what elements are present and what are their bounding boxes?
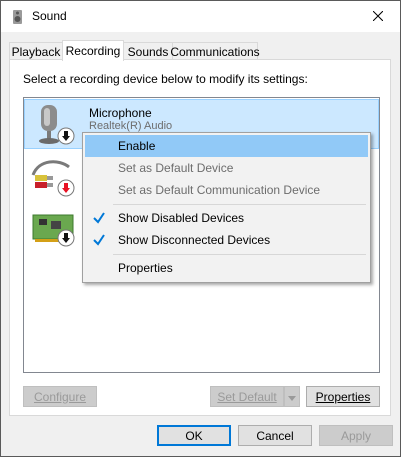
menu-item-label: Show Disabled Devices [118, 211, 245, 225]
context-menu: Enable Set as Default Device Set as Defa… [82, 132, 371, 283]
title-bar: Sound [1, 1, 400, 32]
chevron-down-icon [288, 390, 296, 404]
menu-item-properties[interactable]: Properties [85, 257, 368, 279]
menu-item-label: Set as Default Communication Device [118, 183, 321, 197]
device-description: Realtek(R) Audio [89, 120, 173, 132]
set-default-dropdown[interactable] [284, 386, 300, 407]
menu-item-show-disabled-devices[interactable]: Show Disabled Devices [85, 207, 368, 229]
disabled-arrow-icon [57, 127, 75, 148]
sound-dialog: Sound Playback Recording Sounds Communic… [0, 0, 401, 457]
menu-separator [113, 254, 366, 255]
apply-button[interactable]: Apply [319, 425, 393, 446]
disconnected-arrow-icon [57, 179, 75, 200]
menu-item-label: Show Disconnected Devices [118, 233, 271, 247]
menu-item-show-disconnected-devices[interactable]: Show Disconnected Devices [85, 229, 368, 251]
window-title: Sound [32, 9, 67, 23]
menu-item-set-default-device[interactable]: Set as Default Device [85, 157, 368, 179]
instructions-text: Select a recording device below to modif… [23, 72, 308, 86]
menu-item-enable[interactable]: Enable [85, 135, 368, 157]
set-default-button[interactable]: Set Default [210, 386, 284, 407]
tab-playback[interactable]: Playback [9, 42, 63, 60]
disabled-arrow-icon [57, 229, 75, 250]
menu-item-label: Set as Default Device [118, 161, 234, 175]
menu-item-label: Enable [118, 139, 156, 153]
properties-label: Properties [315, 389, 371, 404]
configure-label: Configure [33, 389, 87, 404]
configure-button[interactable]: Configure [23, 386, 97, 407]
close-icon [372, 10, 383, 24]
tab-sounds[interactable]: Sounds [123, 42, 173, 60]
device-name: Microphone [89, 106, 152, 120]
close-button[interactable] [355, 1, 400, 32]
tab-recording[interactable]: Recording [62, 40, 124, 61]
menu-item-set-default-communication-device[interactable]: Set as Default Communication Device [85, 179, 368, 201]
set-default-label: Set Default [217, 389, 277, 404]
properties-button[interactable]: Properties [306, 386, 380, 407]
speaker-icon [10, 9, 26, 25]
menu-item-label: Properties [118, 261, 173, 275]
menu-separator [113, 204, 366, 205]
cancel-button[interactable]: Cancel [238, 425, 312, 446]
ok-button[interactable]: OK [157, 425, 231, 446]
tab-communications[interactable]: Communications [170, 42, 260, 60]
checkmark-icon [90, 209, 108, 227]
checkmark-icon [90, 231, 108, 249]
